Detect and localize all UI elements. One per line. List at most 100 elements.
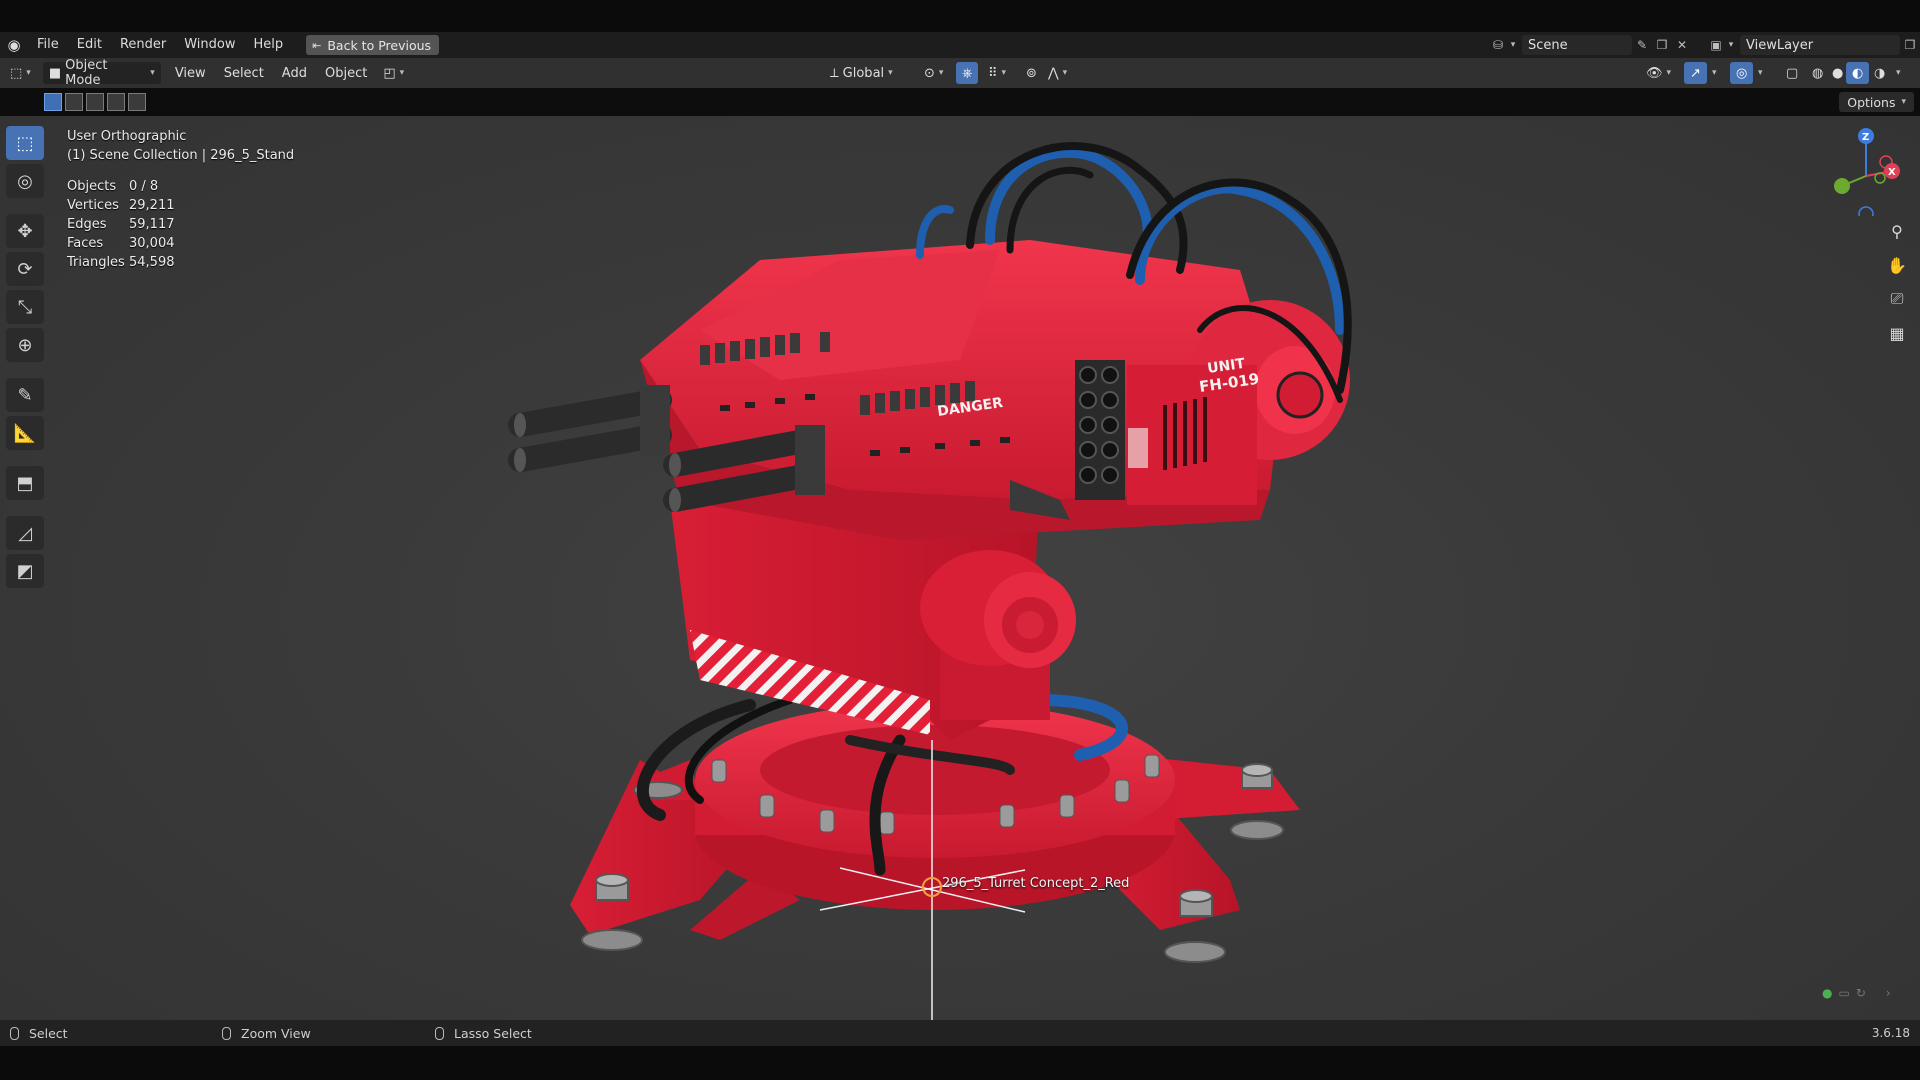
stat-label: Faces: [67, 236, 104, 251]
scene-icon[interactable]: ⛁: [1488, 35, 1508, 55]
status-select-label: Select: [29, 1025, 68, 1041]
gizmo-toggle-icon[interactable]: ↗: [1684, 62, 1707, 84]
select-new-icon[interactable]: [44, 93, 62, 111]
falloff-icon[interactable]: ⋀ ▾: [1042, 62, 1073, 84]
viewport-corner-controls: ● ▭ ↻ ›: [1822, 986, 1891, 1000]
pin-icon[interactable]: ✎: [1632, 35, 1652, 55]
material-preview-shading-icon[interactable]: ◐: [1846, 62, 1870, 84]
pan-hand-icon[interactable]: ✋: [1882, 250, 1912, 280]
back-to-previous-button[interactable]: ⇤ Back to Previous: [306, 35, 440, 55]
status-bar: Select Zoom View Lasso Select 3.6.18: [0, 1020, 1920, 1046]
chevron-right-icon[interactable]: ›: [1886, 986, 1891, 1000]
selection-mode-group: [44, 93, 146, 111]
rendered-shading-icon[interactable]: ◑: [1868, 62, 1891, 84]
viewport-header: ⬚ ▾ ■ Object Mode ▾ View Select Add Objec…: [0, 58, 1920, 88]
overlays-toggle-icon[interactable]: ◎: [1730, 62, 1754, 84]
letterbox-top: [0, 0, 1920, 32]
select-box-tool-icon[interactable]: ⬚: [6, 126, 44, 160]
status-lasso: Lasso Select: [435, 1020, 532, 1046]
neg-z-axis-icon[interactable]: [1858, 206, 1874, 216]
chevron-down-icon[interactable]: ▾: [1508, 35, 1518, 55]
menu-render[interactable]: Render: [111, 32, 175, 58]
y-axis-icon[interactable]: [1834, 178, 1850, 194]
measure-tool-icon[interactable]: 📐: [6, 416, 44, 450]
mouse-left-icon: [10, 1026, 19, 1040]
add-cube-tool-icon[interactable]: ⬒: [6, 466, 44, 500]
select-difference-icon[interactable]: [107, 93, 125, 111]
back-icon: ⇤: [312, 38, 322, 52]
scene-name-field[interactable]: Scene: [1522, 35, 1632, 55]
select-subtract-icon[interactable]: [86, 93, 104, 111]
object-mode-icon: ■: [48, 65, 62, 81]
stat-label: Triangles: [67, 255, 125, 270]
editor-type-icon: ⬚: [10, 65, 23, 81]
mode-dropdown[interactable]: ■ Object Mode ▾: [42, 58, 161, 88]
navigation-gizmo[interactable]: Z X: [1820, 126, 1900, 216]
menu-file[interactable]: File: [28, 32, 68, 58]
options-dropdown[interactable]: Options ▾: [1839, 92, 1914, 112]
drop-object-icon[interactable]: ◰ ▾: [377, 62, 410, 84]
menu-add[interactable]: Add: [276, 62, 313, 84]
x-axis-label: X: [1888, 167, 1896, 178]
chevron-down-icon[interactable]: ▾: [1890, 62, 1907, 84]
transform-tool-icon[interactable]: ⊕: [6, 328, 44, 362]
chevron-down-icon[interactable]: ▾: [1706, 62, 1723, 84]
version-label: 3.6.18: [1871, 1026, 1910, 1040]
view-layer-icon[interactable]: ▣: [1706, 35, 1726, 55]
neg-y-axis-icon[interactable]: [1874, 172, 1886, 184]
menu-edit[interactable]: Edit: [68, 32, 111, 58]
perspective-grid-icon[interactable]: ▦: [1882, 318, 1912, 348]
pivot-point-icon[interactable]: ⊙ ▾: [918, 62, 949, 84]
camera-view-icon[interactable]: ⎚: [1882, 284, 1912, 314]
visibility-icon[interactable]: 👁 ▾: [1640, 62, 1677, 84]
refresh-icon[interactable]: ↻: [1856, 986, 1866, 1000]
mode-label: Object Mode: [65, 58, 108, 88]
view-name: User Orthographic: [67, 129, 187, 144]
stat-value: 54,598: [129, 255, 175, 270]
transform-orientation-label: Global: [842, 65, 885, 81]
stat-label: Objects: [67, 179, 117, 194]
orientation-icon: ⟂: [830, 65, 839, 81]
snap-target-icon[interactable]: ⠿ ▾: [982, 62, 1012, 84]
viewport-info-overlay: User Orthographic (1) Scene Collection |…: [67, 127, 294, 272]
menu-object[interactable]: Object: [319, 62, 373, 84]
menu-window[interactable]: Window: [175, 32, 244, 58]
camera-frame-icon[interactable]: ▭: [1838, 986, 1849, 1000]
scale-tool-icon[interactable]: ⤡: [6, 290, 44, 324]
mouse-middle-icon: [222, 1026, 231, 1040]
stat-label: Vertices: [67, 198, 119, 213]
image-tool-icon[interactable]: ◩: [6, 554, 44, 588]
annotate-tool-icon[interactable]: ✎: [6, 378, 44, 412]
transform-orientation-dropdown[interactable]: ⟂ Global ▾: [824, 62, 899, 84]
snap-toggle-icon[interactable]: ⎈: [956, 62, 979, 84]
menu-view[interactable]: View: [169, 62, 212, 84]
blender-logo-icon[interactable]: ◉: [0, 32, 28, 58]
active-object-label: 296_5_Turret Concept_2_Red: [942, 876, 1130, 891]
rotate-tool-icon[interactable]: ⟳: [6, 252, 44, 286]
chevron-down-icon[interactable]: ▾: [1726, 35, 1736, 55]
xray-toggle-icon[interactable]: ▢: [1780, 62, 1804, 84]
proportional-edit-icon[interactable]: ⊚: [1020, 62, 1043, 84]
letterbox-bottom: [0, 1046, 1920, 1080]
status-dot-icon: ●: [1822, 986, 1833, 1000]
move-tool-icon[interactable]: ✥: [6, 214, 44, 248]
editor-type-button[interactable]: ⬚ ▾: [4, 62, 37, 84]
select-intersect-icon[interactable]: [128, 93, 146, 111]
scene-statistics: Objects 0 / 8 Vertices 29,211 Edges 59,1…: [67, 177, 294, 272]
view-layer-selector: ▣ ▾ ViewLayer ❐ ✕: [1706, 32, 1920, 58]
close-icon[interactable]: ✕: [1672, 35, 1692, 55]
zoom-icon[interactable]: ⚲: [1882, 216, 1912, 246]
view-layer-name-field[interactable]: ViewLayer: [1740, 35, 1900, 55]
new-scene-icon[interactable]: ❐: [1652, 35, 1672, 55]
collection-info: (1) Scene Collection | 296_5_Stand: [67, 148, 295, 163]
stat-value: 30,004: [129, 236, 175, 251]
menu-select[interactable]: Select: [218, 62, 270, 84]
select-extend-icon[interactable]: [65, 93, 83, 111]
chevron-down-icon[interactable]: ▾: [1752, 62, 1769, 84]
select-mode-row: [0, 88, 1920, 116]
menu-help[interactable]: Help: [245, 32, 293, 58]
new-view-layer-icon[interactable]: ❐: [1900, 35, 1920, 55]
scene-selector: ⛁ ▾ Scene ✎ ❐ ✕: [1488, 32, 1692, 58]
cursor-tool-icon[interactable]: ◎: [6, 164, 44, 198]
shear-tool-icon[interactable]: ◿: [6, 516, 44, 550]
